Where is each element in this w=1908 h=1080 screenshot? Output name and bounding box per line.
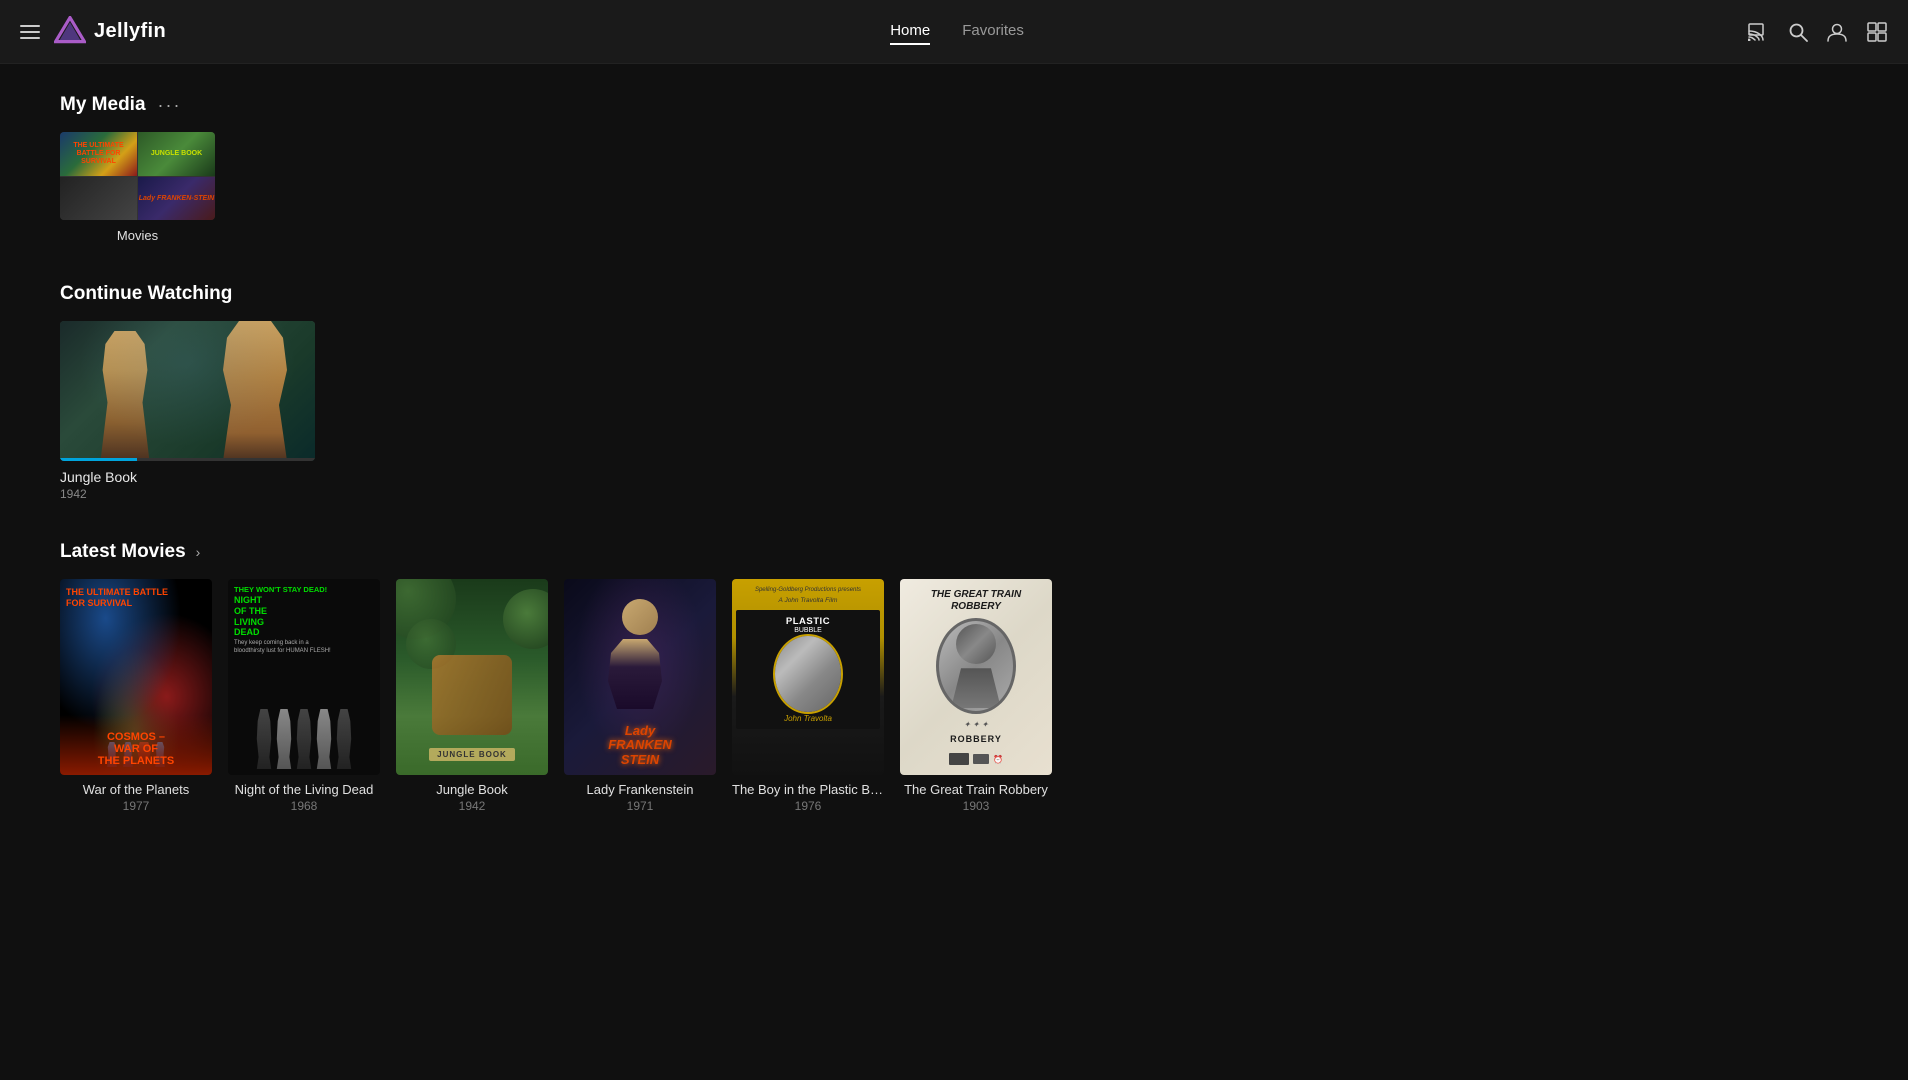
continue-watching-title: Continue Watching (60, 283, 232, 305)
plastic-bub-dark-box: PLASTIC BUBBLE John Travolta (736, 610, 880, 729)
my-media-grid: THE ULTIMATE BATTLE FOR SURVIVAL JUNGLE … (60, 132, 1848, 243)
night-dead-label: Night of the Living Dead (228, 782, 380, 797)
war-planets-label: War of the Planets (60, 782, 212, 797)
latest-movies-row: THE ULTIMATE BATTLEFOR SURVIVAL Cosmos –… (60, 579, 1848, 813)
portrait-oval (773, 634, 843, 714)
war-planets-inner: THE ULTIMATE BATTLEFOR SURVIVAL Cosmos –… (60, 579, 212, 775)
movies-label: Movies (117, 228, 158, 243)
continue-thumb-junglebook (60, 321, 315, 461)
media-card-movies[interactable]: THE ULTIMATE BATTLE FOR SURVIVAL JUNGLE … (60, 132, 215, 243)
header-right (1748, 21, 1888, 43)
latest-movies-title: Latest Movies (60, 541, 186, 563)
continue-card-junglebook[interactable]: Jungle Book 1942 (60, 321, 315, 501)
continue-year: 1942 (60, 487, 87, 501)
night-dead-subtitle: They keep coming back in abloodthirsty l… (234, 640, 374, 656)
war-planets-main-title: Cosmos –War ofthe Planets (60, 731, 212, 767)
train-car-2 (973, 754, 989, 764)
plastic-bub-name: John Travolta (784, 714, 832, 723)
night-dead-title-text: THEY WON'T STAY DEAD! (234, 585, 374, 594)
movie-card-night-dead[interactable]: THEY WON'T STAY DEAD! NIGHTOF THELIVINGD… (228, 579, 380, 813)
jungle-book-banner: JUNGLE BOOK (429, 748, 515, 761)
war-planets-title-text: THE ULTIMATE BATTLEFOR SURVIVAL (66, 587, 206, 609)
movie-poster-plastic-bub: Spelling-Goldberg Productions presents A… (732, 579, 884, 775)
jungle-book-inner: JUNGLE BOOK (396, 579, 548, 775)
continue-watching-section: Continue Watching (60, 283, 1848, 501)
continue-watching-header: Continue Watching (60, 283, 1848, 305)
my-media-section: My Media ··· THE ULTIMATE BATTLE FOR SUR… (60, 94, 1848, 243)
train-car-1 (949, 753, 969, 765)
night-dead-main-title: NIGHTOF THELIVINGDEAD (234, 595, 374, 638)
jungle-book-year: 1942 (396, 799, 548, 813)
latest-movies-chevron[interactable]: › (196, 544, 201, 560)
plastic-bub-header: Spelling-Goldberg Productions presents (755, 587, 861, 593)
latest-movies-header: Latest Movies › (60, 541, 1848, 563)
movie-card-jungle-book[interactable]: JUNGLE BOOK Jungle Book 1942 (396, 579, 548, 813)
header-left: Jellyfin (20, 16, 166, 48)
great-train-year: 1903 (900, 799, 1052, 813)
profile-icon[interactable] (1826, 21, 1848, 43)
my-media-more-icon[interactable]: ··· (158, 95, 182, 116)
main-content: My Media ··· THE ULTIMATE BATTLE FOR SUR… (0, 64, 1908, 913)
lady-frank-title-text: LadyFRANKENSTEIN (608, 724, 672, 767)
portrait-face (775, 636, 841, 712)
mosaic-jungle: JUNGLE BOOK (138, 132, 215, 176)
continue-row: Jungle Book 1942 (60, 321, 1848, 501)
jellyfin-logo-icon (54, 16, 86, 48)
nav-home[interactable]: Home (890, 18, 930, 45)
plastic-bub-year: 1976 (732, 799, 884, 813)
great-train-title-text: The Great TrainRobbery (931, 589, 1021, 613)
plastic-bub-inner: Spelling-Goldberg Productions presents A… (732, 579, 884, 775)
movie-card-lady-frank[interactable]: LadyFRANKENSTEIN Lady Frankenstein 1971 (564, 579, 716, 813)
movie-card-war-planets[interactable]: THE ULTIMATE BATTLEFOR SURVIVAL Cosmos –… (60, 579, 212, 813)
movie-poster-war-planets: THE ULTIMATE BATTLEFOR SURVIVAL Cosmos –… (60, 579, 212, 775)
movie-poster-night-dead: THEY WON'T STAY DEAD! NIGHTOF THELIVINGD… (228, 579, 380, 775)
face-circle (956, 624, 996, 664)
movie-card-plastic-bub[interactable]: Spelling-Goldberg Productions presents A… (732, 579, 884, 813)
plastic-bub-label: The Boy in the Plastic Bub (732, 782, 884, 797)
logo-text: Jellyfin (94, 20, 166, 43)
header: Jellyfin Home Favorites (0, 0, 1908, 64)
header-nav: Home Favorites (166, 18, 1748, 45)
great-train-robbery-text: ROBBERY (950, 734, 1002, 744)
great-train-inner: The Great TrainRobbery ✦ ✦ ✦ ROBBERY (900, 579, 1052, 775)
my-media-title: My Media (60, 94, 146, 116)
lady-frank-inner: LadyFRANKENSTEIN (564, 579, 716, 775)
mosaic-empty (60, 177, 137, 221)
movie-card-great-train[interactable]: The Great TrainRobbery ✦ ✦ ✦ ROBBERY (900, 579, 1052, 813)
plastic-bub-main: PLASTIC (786, 616, 830, 627)
hamburger-icon[interactable] (20, 22, 40, 42)
jungle-book-label: Jungle Book (396, 782, 548, 797)
movie-poster-jungle-book: JUNGLE BOOK (396, 579, 548, 775)
mosaic-lady: Lady FRANKEN-STEIN (138, 177, 215, 221)
plastic-bub-sub: BUBBLE (794, 627, 822, 634)
nav-favorites[interactable]: Favorites (962, 18, 1024, 45)
night-dead-inner: THEY WON'T STAY DEAD! NIGHTOF THELIVINGD… (228, 579, 380, 775)
train-icons: ⏰ (949, 753, 1003, 765)
mosaic-cosmos: THE ULTIMATE BATTLE FOR SURVIVAL (60, 132, 137, 176)
logo-area[interactable]: Jellyfin (54, 16, 166, 48)
lady-frank-year: 1971 (564, 799, 716, 813)
great-train-label: The Great Train Robbery (900, 782, 1052, 797)
my-media-header: My Media ··· (60, 94, 1848, 116)
jungle-book-image (60, 321, 315, 461)
body-shape (951, 668, 1001, 708)
lady-frank-label: Lady Frankenstein (564, 782, 716, 797)
plastic-bub-subheader: A John Travolta Film (779, 597, 838, 604)
grid-icon[interactable] (1866, 21, 1888, 43)
war-planets-year: 1977 (60, 799, 212, 813)
continue-title: Jungle Book (60, 469, 137, 485)
great-train-portrait (936, 618, 1016, 714)
movie-poster-great-train: The Great TrainRobbery ✦ ✦ ✦ ROBBERY (900, 579, 1052, 775)
movies-mosaic: THE ULTIMATE BATTLE FOR SURVIVAL JUNGLE … (60, 132, 215, 220)
search-icon[interactable] (1788, 22, 1808, 42)
latest-movies-section: Latest Movies › THE ULTIMATE BATTLEFOR S… (60, 541, 1848, 813)
great-train-deco: ✦ ✦ ✦ (964, 720, 989, 729)
great-train-face (939, 621, 1013, 711)
progress-bar (60, 458, 315, 461)
night-dead-figures (234, 656, 374, 769)
cast-icon[interactable] (1748, 23, 1770, 41)
night-dead-year: 1968 (228, 799, 380, 813)
progress-fill (60, 458, 137, 461)
movie-poster-lady-frank: LadyFRANKENSTEIN (564, 579, 716, 775)
